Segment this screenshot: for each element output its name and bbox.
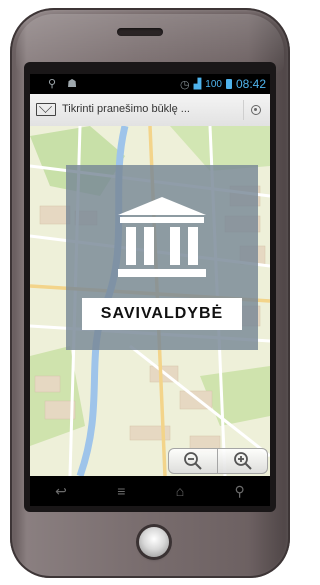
status-right: ◷ ▟ 100 08:42 bbox=[180, 77, 266, 91]
zoom-out-button[interactable] bbox=[168, 448, 218, 474]
search-icon[interactable]: ⚲ bbox=[235, 483, 245, 500]
action-bar: Tikrinti pranešimo būklę ... bbox=[30, 94, 270, 127]
building-icon bbox=[118, 197, 206, 277]
navigation-bar: ↩ ≡ ⌂ ⚲ bbox=[30, 476, 270, 506]
locate-icon bbox=[251, 105, 261, 115]
status-bar: ⚲ ☗ ◷ ▟ 100 08:42 bbox=[30, 74, 270, 94]
alarm-icon: ◷ bbox=[179, 78, 190, 91]
status-left-icons: ⚲ ☗ bbox=[48, 78, 81, 90]
envelope-icon[interactable] bbox=[36, 103, 56, 116]
menu-icon[interactable]: ≡ bbox=[117, 483, 125, 499]
action-bar-title: Tikrinti pranešimo būklę ... bbox=[62, 103, 190, 115]
hardware-home-button[interactable] bbox=[139, 527, 169, 557]
back-icon[interactable]: ↩ bbox=[55, 483, 67, 500]
municipality-overlay[interactable]: SAVIVALDYBĖ bbox=[66, 165, 258, 350]
home-icon[interactable]: ⌂ bbox=[176, 483, 184, 499]
battery-percent: 100 bbox=[205, 78, 222, 90]
locate-button[interactable] bbox=[243, 100, 264, 120]
status-time: 08:42 bbox=[235, 77, 266, 91]
battery-icon bbox=[225, 79, 232, 89]
earpiece-speaker bbox=[117, 28, 163, 36]
zoom-out-icon bbox=[184, 452, 202, 470]
signal-icon: ▟ bbox=[193, 78, 202, 90]
zoom-in-icon bbox=[233, 452, 252, 470]
zoom-controls bbox=[168, 448, 268, 474]
municipality-label: SAVIVALDYBĖ bbox=[82, 298, 242, 330]
zoom-in-button[interactable] bbox=[218, 448, 268, 474]
